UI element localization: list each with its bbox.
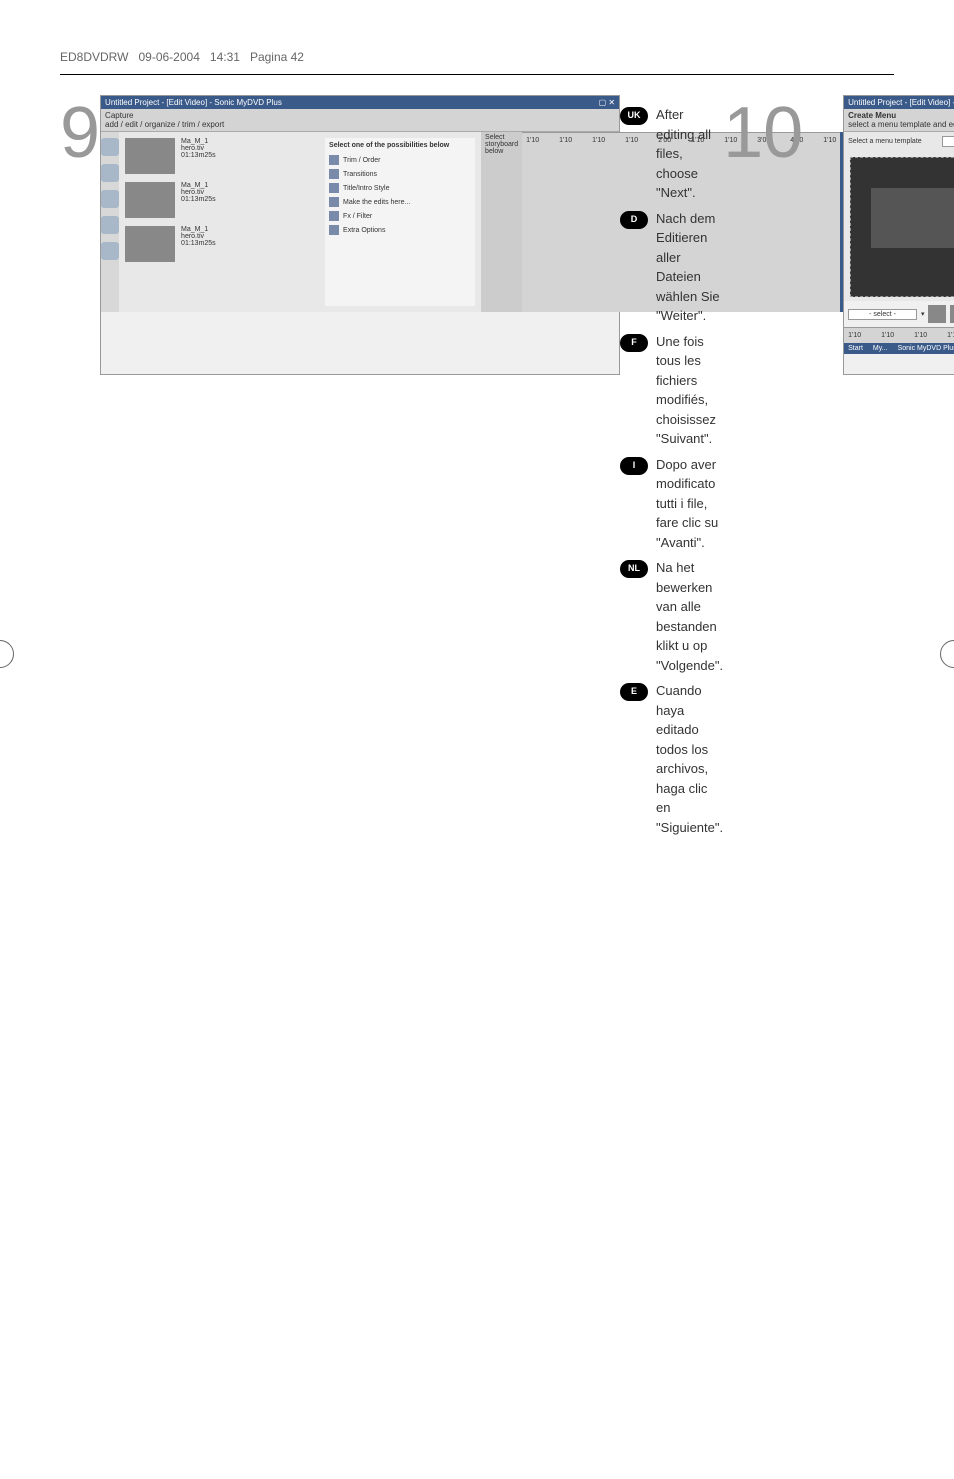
instructions-step-9: UK After editing all files, choose "Next"…: [620, 105, 723, 843]
bottom-toolbar: - select - ▾: [844, 301, 954, 327]
thumb-filename: hero.tiv: [181, 233, 216, 240]
crop-mark-icon: [0, 640, 14, 668]
section-subheading: select a menu template and edit the ...: [848, 120, 954, 129]
app-titlebar: Untitled Project - [Edit Video] - Sonic …: [101, 96, 619, 109]
option-icon: [329, 155, 339, 165]
preview-thumb: [871, 188, 954, 248]
options-panel: Select one of the possibilities below Tr…: [325, 138, 475, 306]
window-controls-icon[interactable]: ▢ ✕: [599, 98, 615, 107]
thumb-image: [125, 182, 175, 218]
step-number-9: 9: [60, 105, 100, 163]
clip-thumb[interactable]: Ma_M_1 hero.tiv 01:13m25s: [125, 182, 325, 218]
step-number-10: 10: [723, 105, 843, 163]
option-item[interactable]: Title/Intro Style: [329, 181, 471, 195]
app-title-text: Untitled Project - [Edit Video] - Sonic …: [105, 98, 282, 107]
instruction-text: Cuando haya editado todos los archivos, …: [656, 681, 723, 837]
app-titlebar: Untitled Project - [Edit Video] - Sonic …: [844, 96, 954, 109]
task-item[interactable]: My...: [873, 345, 888, 352]
chevron-down-icon[interactable]: ▾: [921, 310, 925, 318]
toolbar-text: add / edit / organize / trim / export: [105, 120, 224, 129]
lang-badge-i: I: [620, 457, 648, 475]
option-item[interactable]: Fx / Filter: [329, 209, 471, 223]
thumb-duration: 01:13m25s: [181, 240, 216, 247]
screenshot-step-10: Untitled Project - [Edit Video] - Sonic …: [843, 95, 954, 375]
option-item[interactable]: Make the edits here...: [329, 195, 471, 209]
thumb-image: [125, 138, 175, 174]
option-icon: [329, 197, 339, 207]
option-item[interactable]: Extra Options: [329, 223, 471, 237]
taskbar[interactable]: Start My... Sonic MyDVD Plus...: [844, 343, 954, 354]
option-icon: [329, 169, 339, 179]
thumb-image: [125, 226, 175, 262]
instruction-text: Na het bewerken van alle bestanden klikt…: [656, 558, 723, 675]
template-select[interactable]: [942, 136, 954, 147]
screenshot-step-9: Untitled Project - [Edit Video] - Sonic …: [100, 95, 620, 375]
task-item[interactable]: Sonic MyDVD Plus...: [898, 345, 954, 352]
clip-thumb[interactable]: Ma_M_1 hero.tiv 01:13m25s: [125, 138, 325, 174]
tool-icon[interactable]: [101, 216, 119, 234]
left-icon-bar: [101, 132, 119, 312]
tool-button[interactable]: [928, 305, 946, 323]
doc-date: 09-06-2004: [138, 50, 199, 64]
option-item[interactable]: Trim / Order: [329, 153, 471, 167]
menu-preview: ➡: [850, 157, 954, 297]
instruction-text: Dopo aver modificato tutti i file, fare …: [656, 455, 723, 553]
app-title-text: Untitled Project - [Edit Video] - Sonic …: [848, 98, 954, 107]
thumb-duration: 01:13m25s: [181, 152, 216, 159]
tool-icon[interactable]: [101, 164, 119, 182]
crop-mark-icon: [940, 640, 954, 668]
lang-badge-d: D: [620, 211, 648, 229]
menu-capture[interactable]: Capture: [105, 111, 133, 120]
options-title: Select one of the possibilities below: [329, 142, 471, 149]
thumb-title: Ma_M_1: [181, 138, 216, 145]
instruction-text: After editing all files, choose "Next".: [656, 105, 723, 203]
tool-button[interactable]: [950, 305, 954, 323]
section-heading: Create Menu: [848, 111, 896, 120]
doc-page-label: Pagina 42: [250, 50, 304, 64]
option-icon: [329, 211, 339, 221]
timeline-ruler[interactable]: 1'10 1'10 1'10 1'10 2'00 1'10 1'10 3'01 …: [844, 327, 954, 343]
thumb-duration: 01:13m25s: [181, 196, 216, 203]
thumb-title: Ma_M_1: [181, 226, 216, 233]
clip-thumbnails: Ma_M_1 hero.tiv 01:13m25s Ma_M_1 hero.ti…: [125, 138, 325, 306]
thumb-filename: hero.tiv: [181, 145, 216, 152]
instruction-text: Une fois tous les fichiers modifiés, cho…: [656, 332, 723, 449]
lang-badge-e: E: [620, 683, 648, 701]
app-header: Create Menu select a menu template and e…: [844, 109, 954, 132]
tool-icon[interactable]: [101, 138, 119, 156]
option-icon: [329, 183, 339, 193]
instruction-text: Nach dem Editieren aller Dateien wählen …: [656, 209, 723, 326]
option-icon: [329, 225, 339, 235]
lang-badge-uk: UK: [620, 107, 648, 125]
clip-thumb[interactable]: Ma_M_1 hero.tiv 01:13m25s: [125, 226, 325, 262]
lang-badge-f: F: [620, 334, 648, 352]
doc-id: ED8DVDRW: [60, 50, 128, 64]
tool-icon[interactable]: [101, 242, 119, 260]
app-menubar[interactable]: Capture add / edit / organize / trim / e…: [101, 109, 619, 132]
dropdown-select[interactable]: - select -: [848, 309, 917, 320]
option-item[interactable]: Transitions: [329, 167, 471, 181]
doc-time: 14:31: [210, 50, 240, 64]
start-button[interactable]: Start: [848, 345, 863, 352]
template-select-label: Select a menu template: [848, 138, 922, 145]
page-header: ED8DVDRW 09-06-2004 14:31 Pagina 42: [60, 40, 894, 75]
tool-icon[interactable]: [101, 190, 119, 208]
thumb-filename: hero.tiv: [181, 189, 216, 196]
thumb-title: Ma_M_1: [181, 182, 216, 189]
storyboard-label: Select storyboard below: [481, 132, 522, 312]
lang-badge-nl: NL: [620, 560, 648, 578]
